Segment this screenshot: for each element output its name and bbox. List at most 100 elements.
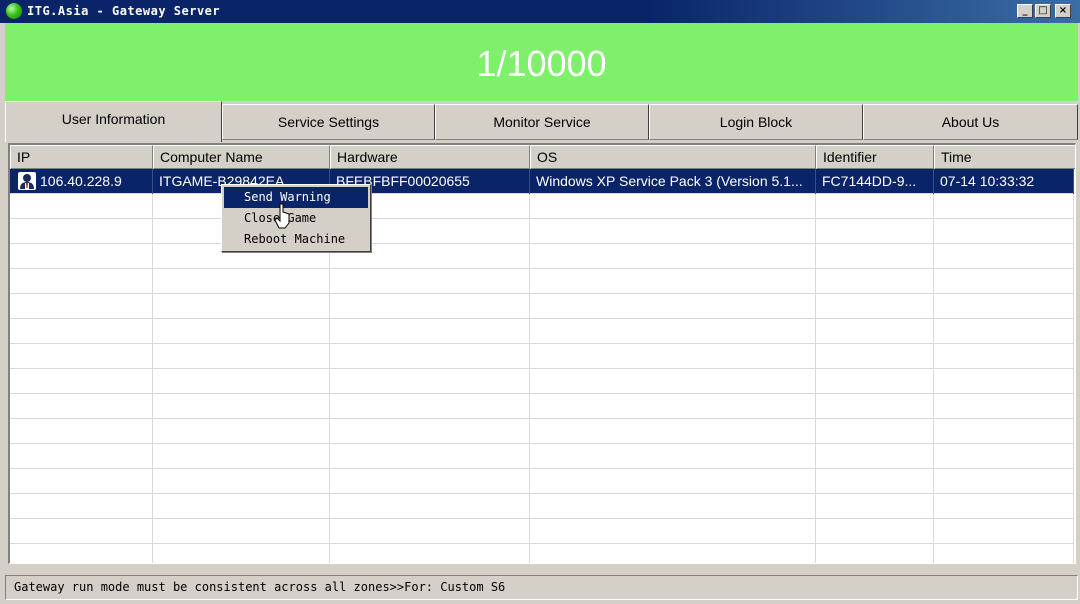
menu-item-close-game[interactable]: Close Game [224,208,368,229]
empty-cell [816,419,934,444]
column-header-computer-name[interactable]: Computer Name [153,145,330,169]
empty-cell [10,344,153,369]
empty-cell [330,319,530,344]
empty-cell [10,494,153,519]
empty-cell [816,444,934,469]
empty-cell [330,369,530,394]
empty-cell [10,519,153,544]
column-header-hardware[interactable]: Hardware [330,145,530,169]
menu-item-reboot-machine[interactable]: Reboot Machine [224,229,368,250]
empty-table-row [10,344,1074,369]
cell-os: Windows XP Service Pack 3 (Version 5.1..… [530,169,816,194]
empty-cell [10,394,153,419]
empty-cell [934,419,1074,444]
connection-counter: 1/10000 [476,43,607,84]
empty-cell [330,544,530,563]
empty-cell [934,394,1074,419]
empty-cell [10,269,153,294]
user-table[interactable]: IP Computer Name Hardware OS Identifier … [8,143,1076,564]
empty-cell [10,194,153,219]
cell-time: 07-14 10:33:32 [934,169,1074,194]
column-header-identifier[interactable]: Identifier [816,145,934,169]
cell-identifier: FC7144DD-9... [816,169,934,194]
empty-table-row [10,294,1074,319]
empty-cell [530,369,816,394]
empty-cell [934,369,1074,394]
empty-cell [816,319,934,344]
empty-cell [153,419,330,444]
empty-cell [530,194,816,219]
column-header-os[interactable]: OS [530,145,816,169]
empty-cell [330,269,530,294]
ip-value: 106.40.228.9 [40,173,122,189]
empty-cell [934,544,1074,563]
minimize-button[interactable]: _ [1017,4,1033,18]
tab-service-settings[interactable]: Service Settings [222,104,435,140]
empty-cell [934,219,1074,244]
empty-cell [816,544,934,563]
empty-cell [330,469,530,494]
empty-cell [934,319,1074,344]
status-message: Gateway run mode must be consistent acro… [14,580,506,594]
empty-cell [10,469,153,494]
empty-table-row [10,194,1074,219]
empty-cell [530,219,816,244]
empty-cell [934,194,1074,219]
column-header-ip[interactable]: IP [10,145,153,169]
menu-item-send-warning[interactable]: Send Warning [224,187,368,208]
empty-cell [934,344,1074,369]
tab-strip: User Information Service Settings Monito… [5,101,1078,142]
empty-cell [934,469,1074,494]
empty-cell [153,494,330,519]
empty-table-row [10,369,1074,394]
empty-cell [153,269,330,294]
empty-cell [10,244,153,269]
empty-table-row [10,319,1074,344]
empty-cell [153,369,330,394]
empty-cell [10,419,153,444]
empty-cell [816,194,934,219]
empty-cell [816,269,934,294]
empty-cell [10,219,153,244]
empty-cell [934,269,1074,294]
status-bar: Gateway run mode must be consistent acro… [5,575,1078,600]
empty-cell [153,519,330,544]
empty-table-row [10,494,1074,519]
empty-cell [816,519,934,544]
tab-user-information[interactable]: User Information [5,101,222,142]
empty-cell [816,219,934,244]
empty-cell [330,444,530,469]
empty-cell [816,494,934,519]
tab-about-us[interactable]: About Us [863,104,1078,140]
empty-cell [153,544,330,563]
table-body: 106.40.228.9 ITGAME-B29842EA BFEBFBFF000… [10,169,1075,563]
empty-cell [530,494,816,519]
mouse-cursor-icon [274,203,290,229]
empty-cell [330,494,530,519]
empty-cell [816,394,934,419]
empty-cell [934,294,1074,319]
empty-cell [10,369,153,394]
empty-cell [330,419,530,444]
empty-cell [816,369,934,394]
empty-cell [10,319,153,344]
empty-cell [530,244,816,269]
close-button[interactable]: × [1055,4,1071,18]
title-bar[interactable]: ITG.Asia - Gateway Server _ □ × [0,0,1080,23]
empty-table-row [10,244,1074,269]
column-header-time[interactable]: Time [934,145,1075,169]
maximize-button[interactable]: □ [1035,4,1051,18]
tab-login-block[interactable]: Login Block [649,104,863,140]
table-row[interactable]: 106.40.228.9 ITGAME-B29842EA BFEBFBFF000… [10,169,1074,194]
empty-table-row [10,419,1074,444]
empty-cell [934,494,1074,519]
tab-monitor-service[interactable]: Monitor Service [435,104,649,140]
empty-cell [530,344,816,369]
cell-ip: 106.40.228.9 [10,169,153,194]
empty-cell [153,444,330,469]
empty-table-row [10,269,1074,294]
empty-cell [816,344,934,369]
empty-table-row [10,469,1074,494]
empty-cell [10,444,153,469]
empty-table-row [10,544,1074,563]
